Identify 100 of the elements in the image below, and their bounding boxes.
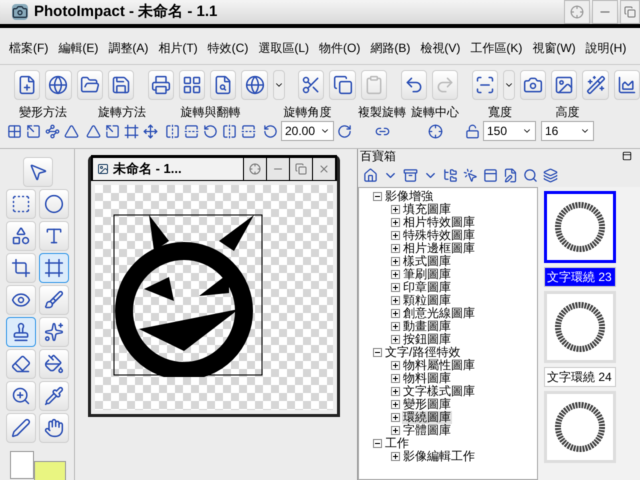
toolbar-button[interactable]	[551, 70, 578, 100]
menu-item[interactable]: 工作區(K)	[470, 39, 522, 57]
expand-toggle[interactable]	[391, 335, 400, 344]
menu-item[interactable]: 檢視(V)	[420, 39, 460, 57]
toolbar-button[interactable]	[6, 317, 36, 347]
tree-item[interactable]: 文字/路徑特效	[384, 346, 462, 359]
expand-toggle[interactable]	[391, 231, 400, 240]
expand-toggle[interactable]	[391, 309, 400, 318]
toolbar-button[interactable]	[39, 189, 69, 219]
menu-item[interactable]: 視窗(W)	[532, 39, 576, 57]
close-button[interactable]	[313, 158, 335, 180]
gallery-label[interactable]: 文字環繞 23	[544, 267, 616, 287]
expand-toggle[interactable]	[391, 244, 400, 253]
toolbar-button[interactable]	[39, 381, 69, 411]
expand-toggle[interactable]	[391, 426, 400, 435]
toolbar-button[interactable]	[39, 253, 69, 283]
tree-item[interactable]: 字體圖庫	[402, 424, 452, 437]
toolbar-button[interactable]	[241, 70, 268, 100]
number-field[interactable]: 150	[483, 121, 536, 141]
tree-item[interactable]: 填充圖庫	[402, 203, 452, 216]
toolbar-button[interactable]	[329, 70, 356, 100]
tree-item[interactable]: 樣式圖庫	[402, 255, 452, 268]
tree-item[interactable]: 特殊特效圖庫	[402, 229, 476, 242]
tree-item[interactable]: 印章圖庫	[402, 281, 452, 294]
tree-item[interactable]: 相片邊框圖庫	[402, 242, 476, 255]
tree-item[interactable]: 顆粒圖庫	[402, 294, 452, 307]
expand-toggle[interactable]	[391, 218, 400, 227]
toolbar-button[interactable]	[210, 70, 236, 100]
foreground-swatch[interactable]	[10, 451, 34, 479]
menu-item[interactable]: 編輯(E)	[58, 39, 98, 57]
toolbar-button[interactable]	[76, 70, 103, 100]
toolbar-button[interactable]	[178, 70, 206, 100]
toolbar-button[interactable]	[614, 70, 640, 100]
tree-item[interactable]: 影像增強	[384, 190, 434, 203]
expand-toggle[interactable]	[391, 270, 400, 279]
tree-item[interactable]: 環繞圖庫	[402, 411, 452, 424]
toolbar-button[interactable]	[6, 285, 36, 315]
toolbar-button[interactable]	[6, 253, 36, 283]
menu-item[interactable]: 相片(T)	[158, 39, 198, 57]
toolbar-button[interactable]	[472, 70, 498, 100]
gallery-thumbnail[interactable]	[544, 191, 616, 263]
menu-item[interactable]: 特效(C)	[208, 39, 248, 57]
expand-toggle[interactable]	[391, 361, 400, 370]
menu-item[interactable]: 調整(A)	[108, 39, 148, 57]
collapse-toggle[interactable]	[373, 439, 382, 448]
menu-item[interactable]: 物件(O)	[319, 39, 360, 57]
tree-item[interactable]: 工作	[384, 437, 410, 450]
expand-toggle[interactable]	[391, 205, 400, 214]
toolbar-button[interactable]	[148, 70, 174, 100]
tree-item[interactable]: 創意光線圖庫	[402, 307, 476, 320]
toolbar-button[interactable]	[39, 285, 69, 315]
number-field[interactable]: 20.00	[281, 121, 334, 141]
toolbar-button[interactable]	[6, 189, 36, 219]
toolbar-button[interactable]	[39, 349, 69, 379]
expand-toggle[interactable]	[391, 400, 400, 409]
expand-toggle[interactable]	[391, 452, 400, 461]
tree-item[interactable]: 筆刷圖庫	[402, 268, 452, 281]
tree-item[interactable]: 相片特效圖庫	[402, 216, 476, 229]
collapse-toggle[interactable]	[373, 192, 382, 201]
toolbar-button[interactable]	[298, 70, 324, 100]
tree-item[interactable]: 物料圖庫	[402, 372, 452, 385]
target-button[interactable]	[244, 158, 266, 180]
expand-toggle[interactable]	[391, 413, 400, 422]
toolbar-button[interactable]	[39, 317, 69, 347]
toolbar-button[interactable]	[45, 70, 72, 100]
expand-toggle[interactable]	[391, 257, 400, 266]
expand-toggle[interactable]	[391, 283, 400, 292]
toolbar-button[interactable]	[39, 413, 69, 443]
tree-item[interactable]: 物料屬性圖庫	[402, 359, 476, 372]
restore-button[interactable]	[290, 158, 312, 180]
restore-button[interactable]	[620, 0, 640, 24]
toolbar-button[interactable]	[23, 157, 53, 187]
expand-toggle[interactable]	[391, 322, 400, 331]
toolbar-button[interactable]	[14, 70, 40, 100]
menu-item[interactable]: 選取區(L)	[258, 39, 309, 57]
collapse-toggle[interactable]	[373, 348, 382, 357]
menu-item[interactable]: 說明(H)	[586, 39, 626, 57]
tree-item[interactable]: 影像編輯工作	[402, 450, 476, 463]
tree-item[interactable]: 變形圖庫	[402, 398, 452, 411]
document-tab[interactable]: 未命名 - 1...	[93, 158, 243, 180]
toolbar-button[interactable]	[6, 381, 36, 411]
gallery-label[interactable]: 文字環繞 24	[544, 367, 616, 387]
expand-toggle[interactable]	[391, 374, 400, 383]
toolbar-button[interactable]	[6, 221, 36, 251]
expand-toggle[interactable]	[391, 296, 400, 305]
tree-item[interactable]: 按鈕圖庫	[402, 333, 452, 346]
menu-item[interactable]: 檔案(F)	[9, 39, 48, 57]
tree-item[interactable]: 動畫圖庫	[402, 320, 452, 333]
menu-item[interactable]: 網路(B)	[370, 39, 410, 57]
toolbar-button[interactable]	[6, 349, 36, 379]
expand-toggle[interactable]	[391, 387, 400, 396]
tree-item[interactable]: 文字樣式圖庫	[402, 385, 476, 398]
toolbar-button[interactable]	[6, 413, 36, 443]
number-field[interactable]: 16	[541, 121, 594, 141]
toolbar-button[interactable]	[108, 70, 134, 100]
toolbar-button[interactable]	[582, 70, 609, 100]
toolbar-button[interactable]	[520, 70, 546, 100]
dock-icon[interactable]	[622, 151, 632, 161]
toolbar-button[interactable]	[400, 70, 427, 100]
toolbar-button[interactable]	[39, 221, 69, 251]
